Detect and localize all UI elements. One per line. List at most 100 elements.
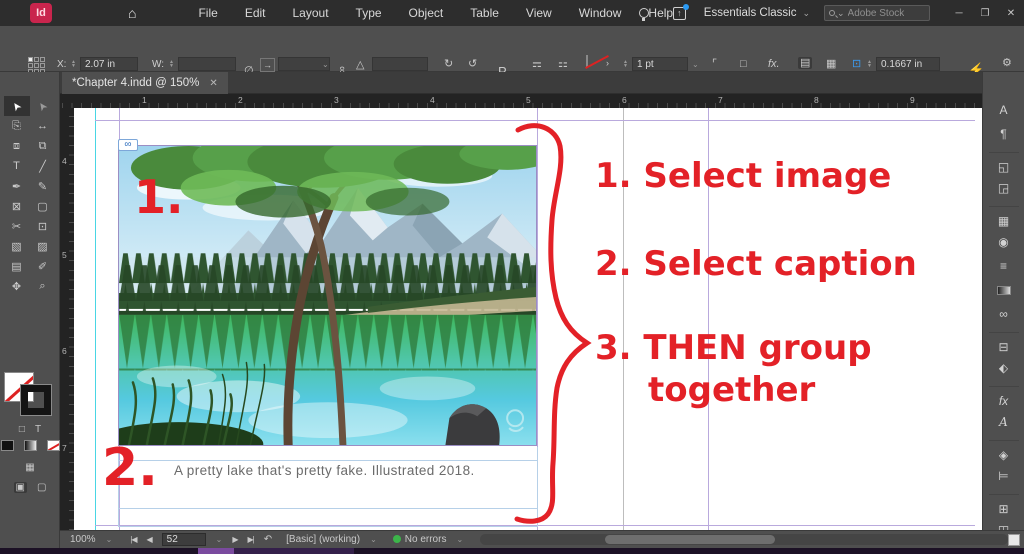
menu-window[interactable]: Window bbox=[579, 6, 622, 20]
learn-bulb-icon[interactable] bbox=[639, 8, 649, 18]
swatches-panel-icon[interactable]: ⊟ bbox=[989, 332, 1019, 356]
character-styles-panel-icon[interactable]: ◲ bbox=[989, 176, 1019, 200]
pencil-tool[interactable]: ✎ bbox=[30, 176, 56, 196]
pen-tool[interactable]: ✒ bbox=[4, 176, 30, 196]
paragraph-styles-panel-icon[interactable]: ◱ bbox=[989, 152, 1019, 176]
paragraph-panel-icon[interactable]: ¶ bbox=[989, 122, 1019, 146]
rotate-cw-icon[interactable]: ↻ bbox=[444, 58, 453, 70]
preflight-status[interactable]: No errors bbox=[393, 534, 447, 545]
object-states-panel-icon[interactable]: ⊞ bbox=[989, 494, 1019, 518]
w-field[interactable] bbox=[178, 57, 236, 71]
horizontal-ruler[interactable]: 1 2 3 4 5 6 7 8 9 bbox=[60, 94, 1024, 108]
normal-view-mode-button[interactable]: ▣ bbox=[14, 482, 27, 493]
guide-line[interactable] bbox=[95, 108, 96, 530]
apply-color-button[interactable] bbox=[1, 440, 14, 451]
layers-panel-icon[interactable]: ◈ bbox=[989, 440, 1019, 464]
direct-selection-tool[interactable]: ➤ bbox=[30, 96, 56, 116]
close-button[interactable]: ✕ bbox=[998, 8, 1024, 19]
gradient-panel-icon[interactable] bbox=[989, 278, 1019, 302]
corner-options-icon[interactable]: ⌜ bbox=[712, 58, 717, 70]
preview-grid-icon[interactable]: ▦ bbox=[25, 462, 34, 473]
scrollbar-thumb[interactable] bbox=[605, 535, 775, 544]
effects-fx-icon[interactable]: fx. bbox=[768, 58, 780, 70]
spread-view-icon[interactable] bbox=[1008, 534, 1020, 546]
note-tool[interactable]: ▤ bbox=[4, 256, 30, 276]
corner-radius-icon[interactable]: □ bbox=[740, 58, 747, 70]
type-tool[interactable]: T bbox=[4, 156, 30, 176]
linked-image-badge-icon[interactable]: ∞ bbox=[118, 139, 138, 151]
menu-type[interactable]: Type bbox=[356, 6, 382, 20]
stroke-weight-chevron-icon[interactable]: ⌄ bbox=[692, 60, 699, 69]
workspace-chevron-icon[interactable]: ⌄ bbox=[802, 8, 810, 19]
space-stepper[interactable]: ▲▼ bbox=[866, 57, 873, 71]
text-wrap-panel-icon[interactable]: ◉ bbox=[989, 230, 1019, 254]
x-stepper[interactable]: ▲▼ bbox=[70, 57, 77, 71]
fill-expander-icon[interactable]: › bbox=[606, 57, 609, 69]
first-page-button[interactable]: |◀ bbox=[130, 535, 136, 544]
home-icon[interactable]: ⌂ bbox=[128, 5, 136, 21]
color-theme-panel-icon[interactable]: ▦ bbox=[989, 206, 1019, 230]
apply-none-button[interactable] bbox=[47, 440, 60, 451]
gap-tool[interactable]: ↔ bbox=[30, 116, 56, 136]
tab-close-icon[interactable]: ✕ bbox=[209, 78, 217, 89]
text-wrap-none-icon[interactable]: ▤ bbox=[798, 57, 812, 69]
menu-table[interactable]: Table bbox=[470, 6, 499, 20]
stroke-weight-stepper[interactable]: ▲▼ bbox=[622, 57, 629, 71]
rectangle-tool[interactable]: ▢ bbox=[30, 196, 56, 216]
links-panel-icon[interactable]: ∞ bbox=[989, 302, 1019, 326]
selection-tool[interactable]: ➤ bbox=[4, 96, 30, 116]
caption-text[interactable]: A pretty lake that's pretty fake. Illust… bbox=[174, 463, 475, 478]
formatting-affects-text-icon[interactable]: T bbox=[35, 424, 41, 435]
x-field[interactable]: 2.07 in bbox=[80, 57, 138, 71]
menu-layout[interactable]: Layout bbox=[293, 6, 329, 20]
auto-fit-icon[interactable]: ⊡ bbox=[852, 58, 861, 70]
preferences-gear-icon[interactable]: ⚙ bbox=[1002, 57, 1012, 69]
align-panel-icon[interactable]: ⊨ bbox=[989, 464, 1019, 488]
w-stepper[interactable]: ▲▼ bbox=[168, 57, 175, 71]
restore-button[interactable]: ❐ bbox=[972, 8, 998, 19]
search-box[interactable]: ⌄ Adobe Stock bbox=[824, 5, 930, 21]
space-field[interactable]: 0.1667 in bbox=[876, 57, 940, 71]
stroke-color-swatch[interactable] bbox=[21, 385, 51, 415]
vertical-ruler[interactable]: 4 5 6 7 bbox=[60, 108, 74, 530]
character-panel-icon[interactable]: A bbox=[989, 98, 1019, 122]
menu-view[interactable]: View bbox=[526, 6, 552, 20]
document-canvas[interactable]: ∞ bbox=[74, 108, 982, 530]
stroke-weight-field[interactable]: 1 pt bbox=[632, 57, 688, 71]
stroke-panel-icon[interactable]: ≡ bbox=[989, 254, 1019, 278]
minimize-button[interactable]: ─ bbox=[946, 8, 972, 19]
zoom-level[interactable]: 100% bbox=[70, 534, 96, 545]
glyphs-panel-icon[interactable]: A bbox=[989, 410, 1019, 434]
eyedropper-tool[interactable]: ✐ bbox=[30, 256, 56, 276]
apply-gradient-button[interactable] bbox=[24, 440, 37, 451]
gradient-tool[interactable]: ▧ bbox=[4, 236, 30, 256]
horizontal-scrollbar[interactable] bbox=[480, 534, 1008, 545]
distribute-icon-a[interactable]: ⚎ bbox=[532, 58, 542, 70]
last-page-button[interactable]: ▶| bbox=[248, 535, 254, 544]
share-icon[interactable]: ↑ bbox=[673, 7, 686, 20]
page-number-field[interactable]: 52 bbox=[162, 533, 206, 546]
rotation-angle-field[interactable] bbox=[372, 57, 428, 71]
zoom-tool[interactable]: ⌕ bbox=[30, 276, 56, 296]
previous-page-button[interactable]: ◀ bbox=[147, 535, 152, 544]
content-placer-tool[interactable]: ⧉ bbox=[30, 136, 56, 156]
hand-tool[interactable]: ✥ bbox=[4, 276, 30, 296]
fill-swatch-none[interactable] bbox=[586, 55, 588, 68]
menu-object[interactable]: Object bbox=[409, 6, 444, 20]
color-panel-icon[interactable]: ⬖ bbox=[989, 356, 1019, 380]
formatting-affects-container-icon[interactable]: □ bbox=[19, 424, 25, 435]
back-arrow-icon[interactable]: ↶ bbox=[264, 534, 272, 545]
text-wrap-bounding-icon[interactable]: ▦ bbox=[826, 58, 836, 70]
page-tool[interactable]: ⎘ bbox=[4, 116, 30, 136]
page-chevron-icon[interactable]: ⌄ bbox=[216, 535, 223, 544]
distribute-icon-b[interactable]: ⚏ bbox=[558, 58, 568, 70]
preflight-profile[interactable]: [Basic] (working) bbox=[286, 534, 360, 545]
menu-edit[interactable]: Edit bbox=[245, 6, 266, 20]
scale-x-chevron-icon[interactable]: ⌄ bbox=[322, 60, 329, 69]
content-collector-tool[interactable]: ⧈ bbox=[4, 136, 30, 156]
menu-file[interactable]: File bbox=[198, 6, 217, 20]
preflight-chevron-icon[interactable]: ⌄ bbox=[370, 535, 377, 544]
workspace-switcher[interactable]: Essentials Classic bbox=[704, 7, 797, 19]
scissors-tool[interactable]: ✂ bbox=[4, 216, 30, 236]
next-page-button[interactable]: ▶ bbox=[232, 535, 237, 544]
